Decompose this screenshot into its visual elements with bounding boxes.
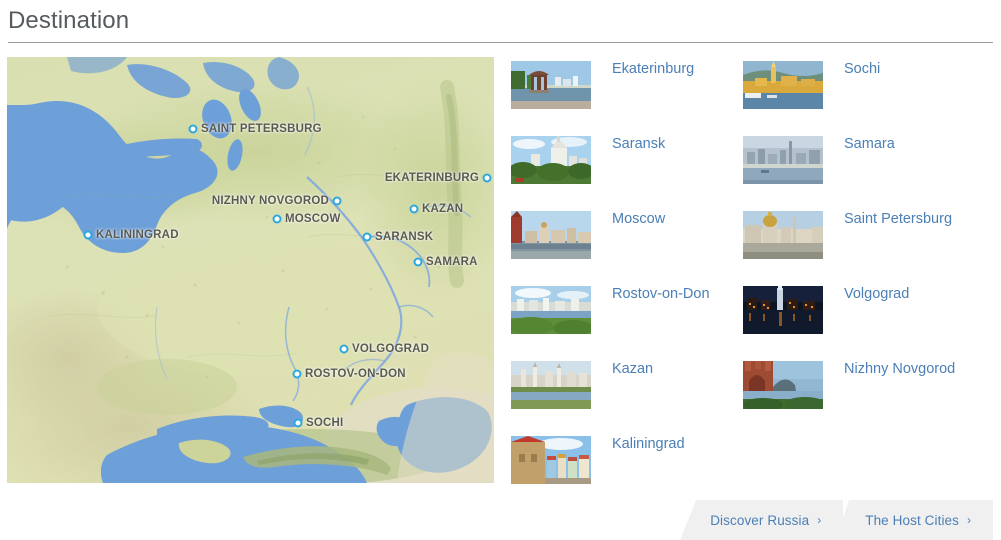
- nav-tab-the-host-cities[interactable]: The Host Cities ›: [835, 500, 993, 540]
- bottom-navigation: Discover Russia › The Host Cities ›: [680, 500, 993, 540]
- city-column-right: Sochi Samara Saint Petersburg Volgograd …: [743, 61, 975, 436]
- map-marker-samara[interactable]: [413, 257, 423, 267]
- city-list: Ekaterinburg Saransk Moscow Rostov-on-Do…: [511, 61, 993, 484]
- map-marker-kazan[interactable]: [409, 204, 419, 214]
- map-label-sochi: SOCHI: [306, 417, 344, 429]
- map-label-moscow: MOSCOW: [285, 213, 341, 225]
- nav-tab-label: Discover Russia: [710, 512, 810, 528]
- city-column-left: Ekaterinburg Saransk Moscow Rostov-on-Do…: [511, 61, 743, 511]
- map-label-samara: SAMARA: [426, 256, 478, 268]
- city-item-samara[interactable]: Samara: [743, 136, 975, 211]
- city-thumbnail-kaliningrad[interactable]: [511, 436, 591, 484]
- page-title: Destination: [8, 7, 130, 34]
- city-item-moscow[interactable]: Moscow: [511, 211, 743, 286]
- city-thumbnail-rostov-on-don[interactable]: [511, 286, 591, 334]
- map-label-saint-petersburg: SAINT PETERSBURG: [201, 123, 322, 135]
- city-thumbnail-ekaterinburg[interactable]: [511, 61, 591, 109]
- map-label-saransk: SARANSK: [375, 231, 434, 243]
- map-label-ekaterinburg: EKATERINBURG: [384, 172, 479, 184]
- destination-page: Destination SAINT PETERSBURG EKATERINBUR…: [0, 0, 1001, 540]
- map-marker-kaliningrad[interactable]: [83, 230, 93, 240]
- city-thumbnail-volgograd[interactable]: [743, 286, 823, 334]
- map-marker-rostov-on-don[interactable]: [292, 369, 302, 379]
- city-thumbnail-sochi[interactable]: [743, 61, 823, 109]
- city-link-kaliningrad[interactable]: Kaliningrad: [612, 434, 742, 454]
- nav-tab-label: The Host Cities: [865, 512, 959, 528]
- city-thumbnail-moscow[interactable]: [511, 211, 591, 259]
- city-item-ekaterinburg[interactable]: Ekaterinburg: [511, 61, 743, 136]
- city-item-kazan[interactable]: Kazan: [511, 361, 743, 436]
- map-marker-nizhny-novgorod[interactable]: [332, 196, 342, 206]
- city-item-saransk[interactable]: Saransk: [511, 136, 743, 211]
- nav-tab-discover-russia[interactable]: Discover Russia ›: [680, 500, 844, 540]
- russia-map[interactable]: SAINT PETERSBURG EKATERINBURG NIZHNY NOVGO…: [7, 57, 494, 483]
- map-marker-saransk[interactable]: [362, 232, 372, 242]
- city-link-sochi[interactable]: Sochi: [844, 59, 974, 79]
- map-marker-sochi[interactable]: [293, 418, 303, 428]
- city-thumbnail-saint-petersburg[interactable]: [743, 211, 823, 259]
- city-item-sochi[interactable]: Sochi: [743, 61, 975, 136]
- city-link-nizhny-novgorod[interactable]: Nizhny Novgorod: [844, 359, 974, 379]
- city-item-nizhny-novgorod[interactable]: Nizhny Novgorod: [743, 361, 975, 436]
- city-item-rostov-on-don[interactable]: Rostov-on-Don: [511, 286, 743, 361]
- map-marker-volgograd[interactable]: [339, 344, 349, 354]
- city-link-rostov-on-don[interactable]: Rostov-on-Don: [612, 284, 742, 304]
- city-link-kazan[interactable]: Kazan: [612, 359, 742, 379]
- map-label-kazan: KAZAN: [422, 203, 464, 215]
- map-marker-ekaterinburg[interactable]: [482, 173, 492, 183]
- city-link-samara[interactable]: Samara: [844, 134, 974, 154]
- city-thumbnail-kazan[interactable]: [511, 361, 591, 409]
- city-item-saint-petersburg[interactable]: Saint Petersburg: [743, 211, 975, 286]
- city-thumbnail-saransk[interactable]: [511, 136, 591, 184]
- city-thumbnail-samara[interactable]: [743, 136, 823, 184]
- map-graphic: [7, 57, 494, 483]
- map-marker-saint-petersburg[interactable]: [188, 124, 198, 134]
- title-divider: [8, 42, 993, 43]
- map-label-nizhny-novgorod: NIZHNY NOVGOROD: [211, 195, 329, 207]
- city-link-saint-petersburg[interactable]: Saint Petersburg: [844, 209, 974, 229]
- map-label-volgograd: VOLGOGRAD: [352, 343, 430, 355]
- city-item-volgograd[interactable]: Volgograd: [743, 286, 975, 361]
- map-label-rostov-on-don: ROSTOV-ON-DON: [305, 368, 406, 380]
- city-link-volgograd[interactable]: Volgograd: [844, 284, 974, 304]
- map-label-kaliningrad: KALININGRAD: [96, 229, 179, 241]
- city-thumbnail-nizhny-novgorod[interactable]: [743, 361, 823, 409]
- map-marker-moscow[interactable]: [272, 214, 282, 224]
- city-link-saransk[interactable]: Saransk: [612, 134, 742, 154]
- city-link-moscow[interactable]: Moscow: [612, 209, 742, 229]
- chevron-right-icon: ›: [967, 513, 971, 527]
- city-link-ekaterinburg[interactable]: Ekaterinburg: [612, 59, 742, 79]
- chevron-right-icon: ›: [817, 513, 822, 527]
